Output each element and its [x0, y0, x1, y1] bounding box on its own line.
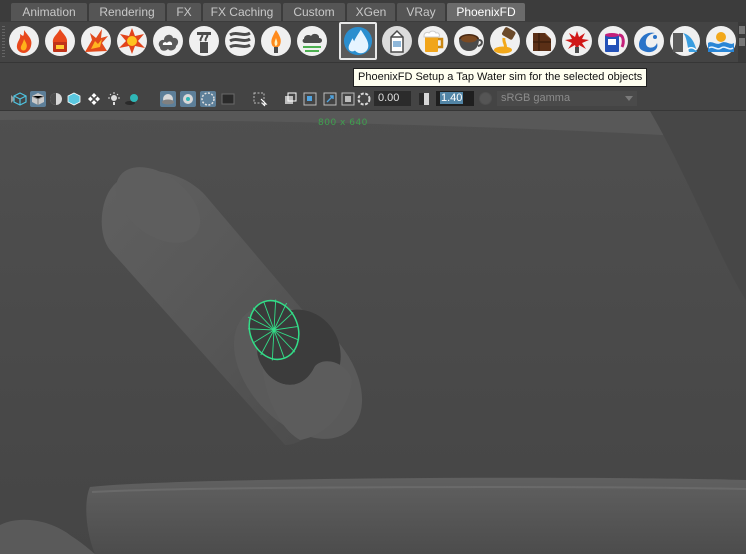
resolution-gate-icon[interactable]: [220, 91, 236, 107]
isolate-select-icon[interactable]: [200, 91, 216, 107]
candle-flame-icon[interactable]: [260, 25, 292, 57]
exposure-icon[interactable]: [356, 91, 372, 107]
shelf-scroll-up-icon[interactable]: [739, 26, 745, 34]
smoke-trail-icon[interactable]: [224, 25, 256, 57]
fuel-fire-icon[interactable]: [44, 25, 76, 57]
waterfall-icon[interactable]: [669, 25, 701, 57]
coffee-cup-icon[interactable]: [453, 25, 485, 57]
beer-mug-icon[interactable]: [417, 25, 449, 57]
textured-icon[interactable]: [86, 91, 102, 107]
view-transform-label: sRGB gamma: [501, 92, 571, 104]
gamma-field[interactable]: 1.40: [436, 91, 474, 106]
field-chart-icon[interactable]: [302, 91, 318, 107]
water-splash-icon[interactable]: [633, 25, 665, 57]
xray-icon[interactable]: [160, 91, 176, 107]
tab-xgen[interactable]: XGen: [347, 3, 395, 21]
view-transform-select[interactable]: sRGB gamma: [497, 91, 637, 106]
shadows-icon[interactable]: [124, 91, 140, 107]
tab-animation[interactable]: Animation: [11, 3, 87, 21]
select-camera-icon[interactable]: [252, 91, 268, 107]
viewport-panel-toolbar: 0.00 1.40 sRGB gamma: [0, 88, 746, 111]
fire-sim-icon[interactable]: [8, 25, 40, 57]
tab-fx[interactable]: FX: [167, 3, 201, 21]
steam-sim-icon[interactable]: [188, 25, 220, 57]
safe-action-icon[interactable]: [322, 91, 338, 107]
wireframe-on-shaded-icon[interactable]: [66, 91, 82, 107]
tap-water-icon[interactable]: [339, 22, 377, 60]
exposure-field[interactable]: 0.00: [374, 91, 411, 106]
gamma-value: 1.40: [440, 92, 464, 104]
tab-rendering[interactable]: Rendering: [89, 3, 165, 21]
cloud-fog-icon[interactable]: [296, 25, 328, 57]
smoke-sim-icon[interactable]: [152, 25, 184, 57]
chocolate-icon[interactable]: [525, 25, 557, 57]
shelf-button-tooltip: PhoenixFD Setup a Tap Water sim for the …: [353, 68, 648, 87]
viewport-scene: [0, 111, 746, 554]
smooth-shade-icon[interactable]: [30, 91, 46, 107]
wireframe-cube-icon[interactable]: [12, 91, 28, 107]
explosion-icon[interactable]: [80, 25, 112, 57]
ocean-waves-icon[interactable]: [705, 25, 737, 57]
gate-mask-icon[interactable]: [340, 91, 356, 107]
shelf-scroll-arrows[interactable]: [738, 22, 746, 62]
gamma-icon[interactable]: [416, 91, 432, 107]
bomb-explosion-icon[interactable]: [116, 25, 148, 57]
shelf-grip[interactable]: [2, 26, 5, 58]
default-material-icon[interactable]: [48, 91, 64, 107]
tab-custom[interactable]: Custom: [283, 3, 345, 21]
color-management-toggle[interactable]: [479, 92, 492, 105]
tab-phoenixfd[interactable]: PhoenixFD: [447, 3, 525, 21]
phoenixfd-shelf: [0, 22, 746, 63]
shelf-scroll-down-icon[interactable]: [739, 38, 745, 46]
honey-pour-icon[interactable]: [489, 25, 521, 57]
xray-joints-icon[interactable]: [180, 91, 196, 107]
paint-can-icon[interactable]: [597, 25, 629, 57]
tab-fx-caching[interactable]: FX Caching: [203, 3, 281, 21]
blood-splash-icon[interactable]: [561, 25, 593, 57]
film-gate-icon[interactable]: [282, 91, 298, 107]
tab-vray[interactable]: VRay: [397, 3, 445, 21]
lighting-icon[interactable]: [106, 91, 122, 107]
milk-carton-icon[interactable]: [381, 25, 413, 57]
chevron-down-icon: [625, 96, 633, 101]
resolution-gate-label: 800 x 640: [318, 118, 368, 128]
3d-viewport[interactable]: 800 x 640: [0, 111, 746, 554]
shelf-tab-bar: Animation Rendering FX FX Caching Custom…: [0, 0, 746, 23]
